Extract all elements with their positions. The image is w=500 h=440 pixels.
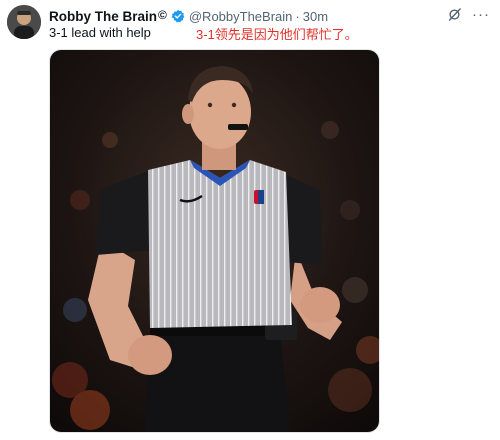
tweet-actions: ··· (447, 7, 490, 22)
tweet-header: Robby The Brain © @RobbyTheBrain · 30m (49, 7, 328, 25)
timestamp[interactable]: 30m (303, 9, 328, 24)
avatar[interactable] (7, 5, 41, 39)
separator-dot: · (295, 8, 300, 24)
author-symbol: © (158, 8, 167, 22)
author-handle[interactable]: @RobbyTheBrain (189, 9, 293, 24)
author-name[interactable]: Robby The Brain (49, 9, 157, 24)
translation-annotation: 3-1领先是因为他们帮忙了。 (196, 27, 358, 42)
tweet[interactable]: Robby The Brain © @RobbyTheBrain · 30m ·… (0, 0, 500, 440)
tweet-text: 3-1 lead with help (49, 25, 151, 40)
tweet-media-photo[interactable] (49, 49, 380, 433)
grok-icon[interactable] (447, 7, 462, 22)
more-options-icon[interactable]: ··· (472, 7, 490, 22)
verified-badge-icon[interactable] (171, 9, 185, 23)
referee-photo (50, 50, 379, 432)
